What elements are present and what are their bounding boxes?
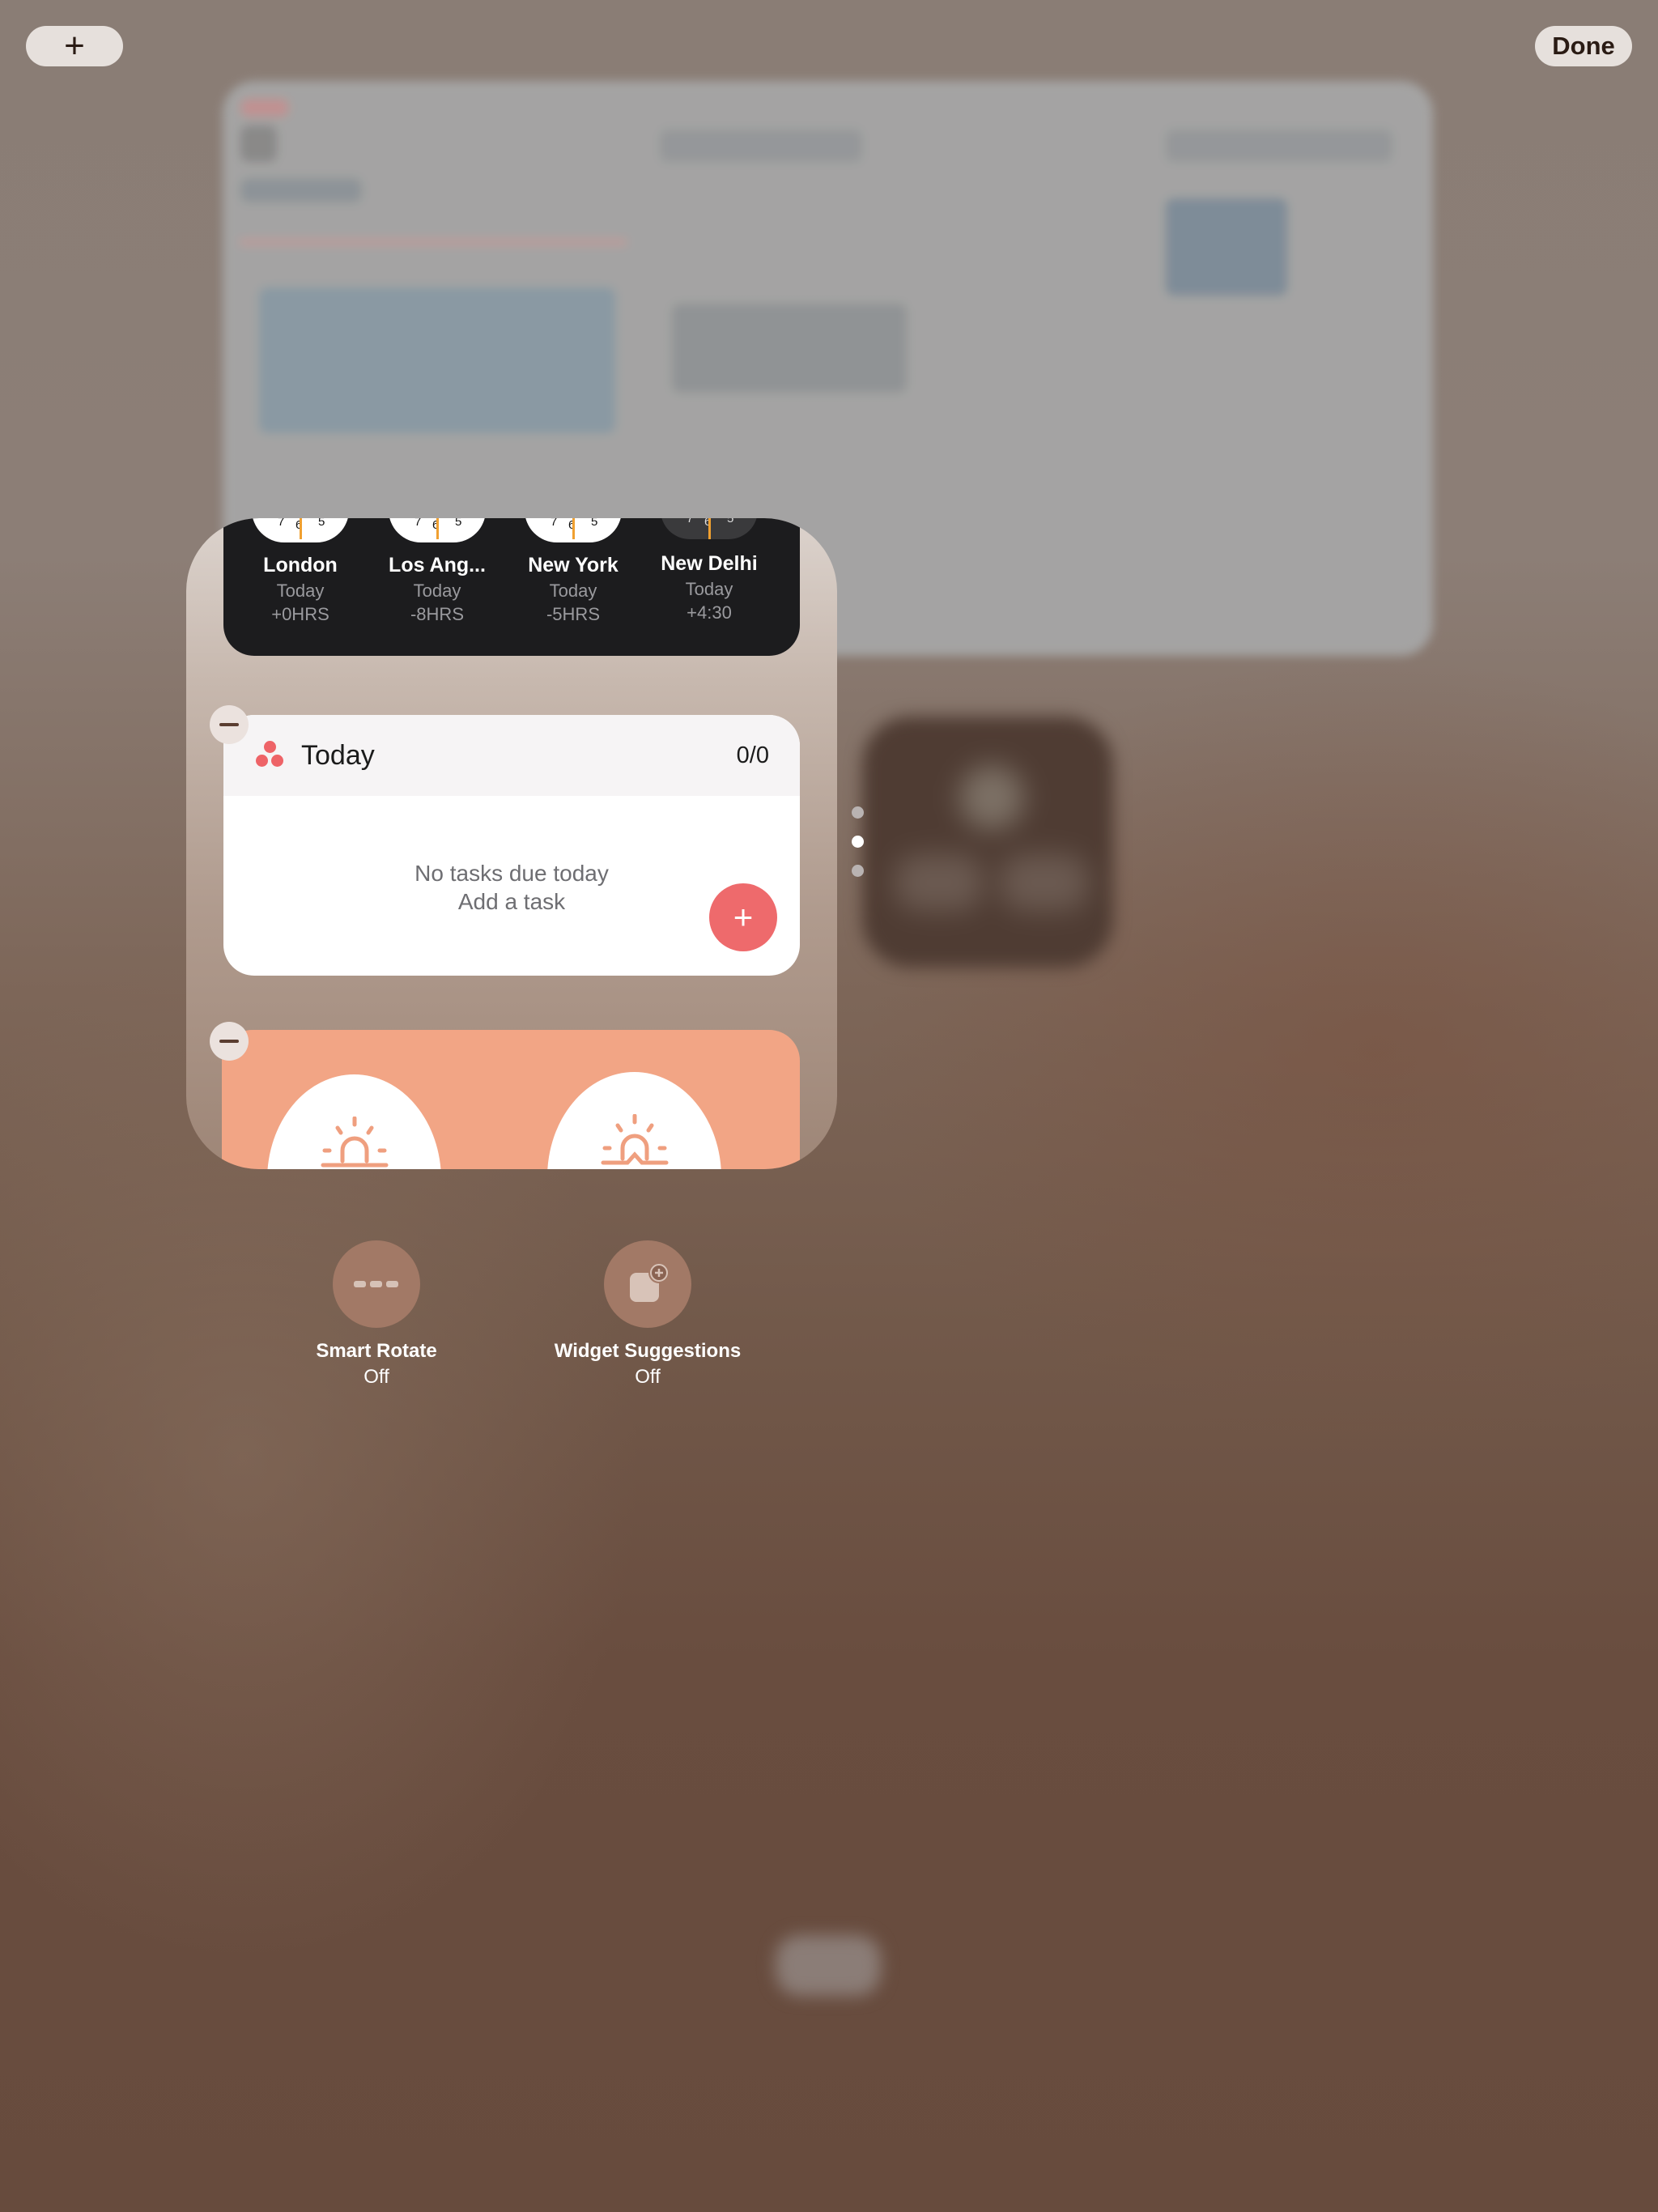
empty-message: No tasks due today	[414, 861, 609, 886]
clock-dial: 7 6 5	[252, 518, 349, 542]
remove-tasks-widget-button[interactable]	[210, 705, 249, 744]
widget-suggestions-label: Widget Suggestions	[554, 1340, 742, 1362]
widget-suggestions-button[interactable]	[604, 1240, 691, 1328]
clock-city: 7 6 5 New Delhi Today +4:30	[640, 518, 778, 623]
widget-suggestions-state: Off	[635, 1366, 661, 1388]
smart-rotate-option[interactable]: Smart Rotate Off	[304, 1240, 449, 1389]
city-day: Today	[549, 581, 597, 601]
page-dot[interactable]	[852, 865, 864, 877]
clock-city: 7 6 5 Los Ang... Today -8HRS	[368, 518, 506, 625]
remove-sun-widget-button[interactable]	[210, 1022, 249, 1061]
clock-hand	[300, 518, 302, 539]
background-app-icon	[862, 717, 1113, 968]
city-offset: +4:30	[687, 602, 732, 623]
widget-stack[interactable]: 7 6 5 London Today +0HRS 7 6 5 Los Ang..…	[186, 518, 837, 1169]
city-name: London	[263, 554, 338, 576]
add-widget-button[interactable]: +	[26, 26, 123, 66]
world-clock-widget[interactable]: 7 6 5 London Today +0HRS 7 6 5 Los Ang..…	[223, 518, 800, 656]
widget-add-icon	[630, 1262, 670, 1302]
tasks-widget-header: Today 0/0	[223, 715, 800, 796]
city-day: Today	[276, 581, 325, 601]
add-task-button[interactable]: +	[709, 883, 777, 951]
sunset-tile	[547, 1072, 721, 1169]
clock-city: 7 6 5 London Today +0HRS	[232, 518, 369, 625]
city-name: New Delhi	[661, 552, 758, 575]
page-dot[interactable]	[852, 806, 864, 819]
sunrise-tile	[267, 1074, 441, 1169]
smart-rotate-button[interactable]	[333, 1240, 420, 1328]
sunrise-icon	[321, 1117, 388, 1168]
tasks-widget[interactable]: Today 0/0 No tasks due today Add a task …	[223, 715, 800, 976]
background-dock-item	[776, 1935, 881, 1996]
city-day: Today	[413, 581, 461, 601]
clock-hand	[436, 518, 439, 539]
clock-hand	[708, 518, 711, 539]
sunset-icon	[601, 1114, 668, 1165]
clock-hand	[572, 518, 575, 539]
city-offset: -5HRS	[546, 604, 600, 624]
clock-city: 7 6 5 New York Today -5HRS	[504, 518, 642, 625]
asana-logo-icon	[254, 741, 287, 770]
stack-page-indicator[interactable]	[852, 806, 864, 894]
city-offset: +0HRS	[271, 604, 329, 624]
city-offset: -8HRS	[410, 604, 464, 624]
sunrise-sunset-widget[interactable]	[222, 1030, 800, 1169]
ellipsis-icon	[354, 1281, 398, 1287]
city-name: New York	[528, 554, 619, 576]
clock-dial: 7 6 5	[661, 518, 758, 539]
city-day: Today	[685, 579, 733, 599]
clock-dial: 7 6 5	[525, 518, 622, 542]
tasks-widget-title: Today	[301, 739, 375, 771]
smart-rotate-state: Off	[363, 1366, 389, 1388]
minus-icon	[219, 723, 239, 726]
widget-suggestions-option[interactable]: Widget Suggestions Off	[542, 1240, 753, 1389]
minus-icon	[219, 1040, 239, 1043]
done-button[interactable]: Done	[1535, 26, 1632, 66]
clock-dial: 7 6 5	[389, 518, 486, 542]
smart-rotate-label: Smart Rotate	[316, 1340, 437, 1362]
page-dot-active[interactable]	[852, 836, 864, 848]
tasks-count: 0/0	[736, 742, 769, 768]
city-name: Los Ang...	[389, 554, 486, 576]
